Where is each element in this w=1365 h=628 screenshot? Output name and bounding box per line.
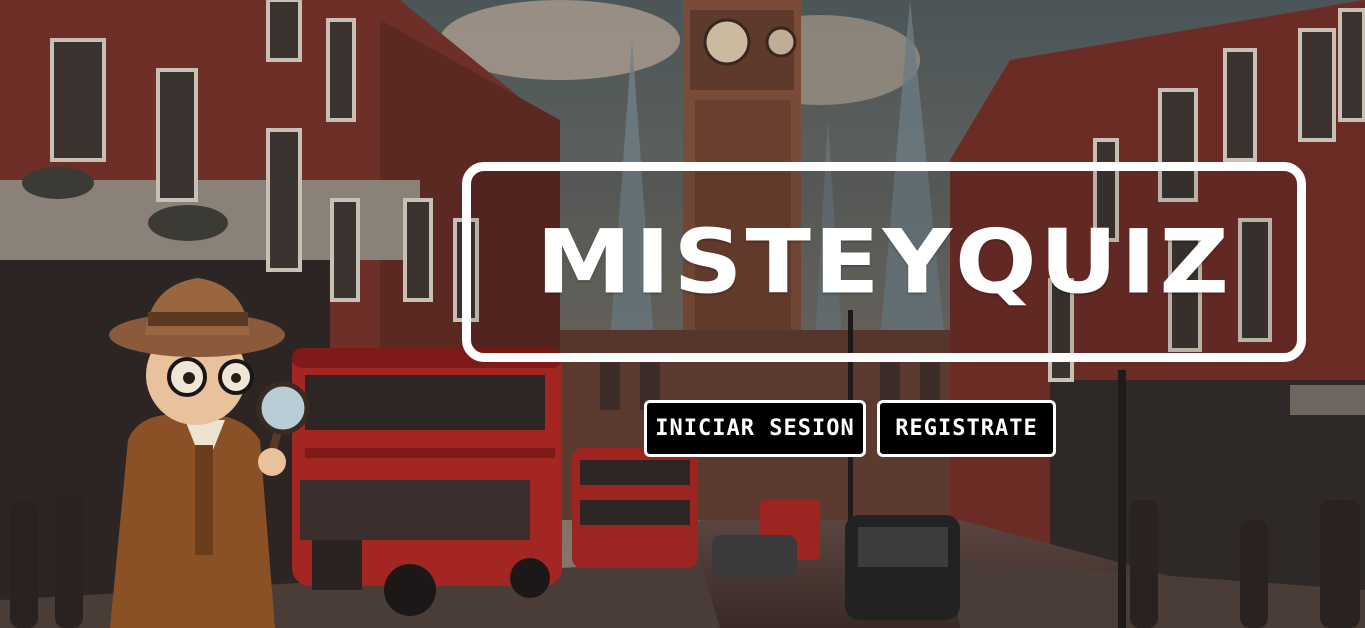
login-button[interactable]: INICIAR SESION [644,400,866,457]
title-frame: MISTEYQUIZ [462,162,1306,362]
red-bus [292,348,562,616]
app-title: MISTEYQUIZ [536,210,1232,314]
landing-page: MISTEYQUIZ INICIAR SESION REGISTRATE [0,0,1365,628]
register-button[interactable]: REGISTRATE [877,400,1056,457]
